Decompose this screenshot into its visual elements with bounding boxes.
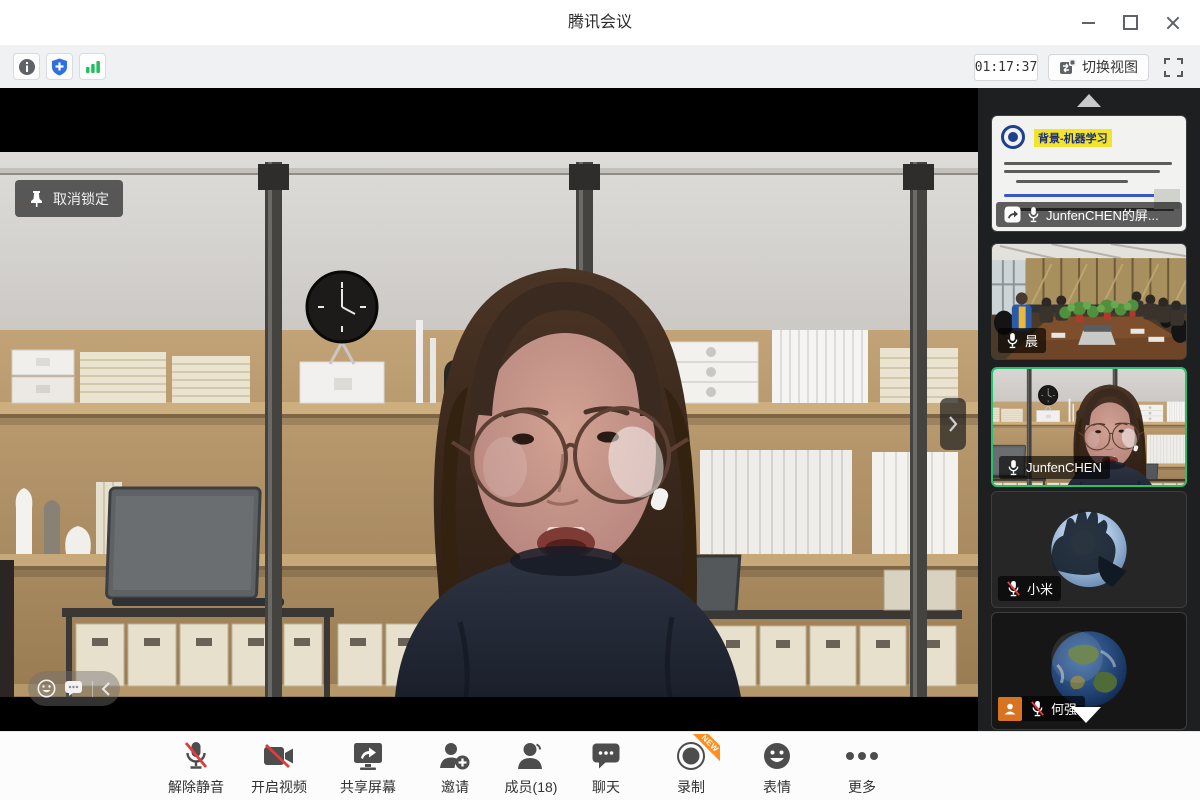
toolbar-right: 01:17:37 切换视图 bbox=[974, 53, 1187, 81]
slide-title: 背景-机器学习 bbox=[1034, 129, 1112, 147]
control-record[interactable]: NEW 录制 bbox=[651, 738, 731, 797]
host-badge-icon bbox=[998, 697, 1022, 721]
speaker-video bbox=[0, 152, 978, 697]
network-quality-button[interactable] bbox=[79, 53, 106, 80]
close-button[interactable] bbox=[1158, 9, 1186, 37]
participant-name: 晨 bbox=[1025, 331, 1038, 350]
participant-label: 晨 bbox=[998, 328, 1046, 353]
invite-icon bbox=[439, 741, 471, 771]
info-icon bbox=[18, 58, 36, 76]
reaction-bar bbox=[28, 671, 120, 706]
switch-view-label: 切换视图 bbox=[1082, 57, 1138, 77]
screen-share-icon bbox=[1004, 206, 1021, 223]
participants-sidebar: 背景-机器学习 JunfenCHEN的屏... bbox=[978, 88, 1200, 731]
mic-muted-icon bbox=[1006, 580, 1021, 597]
maximize-button[interactable] bbox=[1116, 9, 1144, 37]
network-signal-icon bbox=[84, 59, 102, 75]
window-controls bbox=[1074, 0, 1186, 45]
meeting-content: 取消锁定 背景-机器学习 bbox=[0, 88, 1200, 731]
minimize-icon bbox=[1082, 22, 1095, 24]
switch-view-button[interactable]: 切换视图 bbox=[1048, 54, 1149, 81]
minimize-button[interactable] bbox=[1074, 9, 1102, 37]
participant-name: JunfenCHEN的屏... bbox=[1046, 205, 1159, 224]
record-icon bbox=[676, 741, 706, 771]
slide-logo-icon bbox=[1001, 125, 1025, 149]
quick-chat-icon[interactable] bbox=[64, 680, 83, 697]
control-start-video[interactable]: 开启视频 bbox=[239, 738, 319, 797]
unpin-button[interactable]: 取消锁定 bbox=[15, 180, 123, 217]
participant-label: JunfenCHEN bbox=[999, 456, 1110, 479]
control-share-screen[interactable]: 共享屏幕 bbox=[328, 738, 408, 797]
control-emoji[interactable]: 表情 bbox=[737, 738, 817, 797]
chevron-right-icon bbox=[948, 416, 958, 432]
slide-text-line bbox=[1004, 170, 1160, 173]
chat-icon bbox=[591, 742, 621, 770]
control-bar: 解除静音 开启视频 共享屏幕 邀请 成员(18) 聊天 NEW bbox=[0, 731, 1200, 800]
hide-sidebar-handle[interactable] bbox=[940, 398, 966, 450]
scroll-down-icon[interactable] bbox=[1071, 707, 1101, 723]
switch-view-icon bbox=[1059, 59, 1076, 75]
participant-tile-xiaomi[interactable]: 小米 bbox=[991, 491, 1187, 608]
fullscreen-button[interactable] bbox=[1159, 53, 1187, 81]
slide-text-line bbox=[1004, 194, 1168, 197]
security-button[interactable] bbox=[46, 53, 73, 80]
participant-tile-screenshare[interactable]: 背景-机器学习 JunfenCHEN的屏... bbox=[991, 115, 1187, 232]
pin-icon bbox=[29, 190, 44, 207]
mic-icon bbox=[1007, 459, 1020, 476]
participant-tile-junfenchen[interactable]: JunfenCHEN bbox=[991, 367, 1187, 487]
participant-label: 小米 bbox=[998, 576, 1061, 601]
mic-icon bbox=[1006, 332, 1019, 349]
toolbar-left bbox=[13, 53, 106, 80]
control-members[interactable]: 成员(18) bbox=[491, 738, 571, 797]
tencent-meeting-window: 腾讯会议 01:17:37 切换视图 bbox=[0, 0, 1200, 800]
window-title: 腾讯会议 bbox=[0, 0, 1200, 45]
titlebar: 腾讯会议 bbox=[0, 0, 1200, 45]
meeting-info-button[interactable] bbox=[13, 53, 40, 80]
control-unmute[interactable]: 解除静音 bbox=[156, 738, 236, 797]
mic-muted-icon bbox=[1030, 700, 1045, 717]
control-more[interactable]: 更多 bbox=[822, 738, 902, 797]
collapse-left-icon[interactable] bbox=[101, 682, 111, 696]
participant-name: JunfenCHEN bbox=[1026, 460, 1102, 475]
emoji-icon bbox=[762, 741, 792, 771]
control-invite[interactable]: 邀请 bbox=[415, 738, 495, 797]
participant-name: 小米 bbox=[1027, 579, 1053, 598]
maximize-icon bbox=[1123, 15, 1138, 30]
meeting-timer: 01:17:37 bbox=[974, 54, 1038, 81]
fullscreen-icon bbox=[1164, 58, 1183, 77]
participant-tile-chen[interactable]: 晨 bbox=[991, 243, 1187, 360]
mic-icon bbox=[1027, 206, 1040, 223]
scroll-up-icon[interactable] bbox=[1077, 94, 1101, 107]
unpin-label: 取消锁定 bbox=[53, 189, 109, 209]
slide-text-line bbox=[1004, 162, 1172, 165]
close-icon bbox=[1166, 16, 1179, 29]
shield-icon bbox=[51, 58, 68, 76]
share-screen-icon bbox=[352, 741, 384, 771]
emoji-reaction-icon[interactable] bbox=[37, 679, 56, 698]
meeting-toolbar: 01:17:37 切换视图 bbox=[0, 45, 1200, 88]
control-chat[interactable]: 聊天 bbox=[566, 738, 646, 797]
slide-text-line bbox=[1016, 180, 1128, 183]
camera-off-icon bbox=[263, 744, 295, 768]
participant-label: JunfenCHEN的屏... bbox=[996, 202, 1182, 227]
mic-muted-icon bbox=[183, 740, 209, 772]
reaction-divider bbox=[92, 681, 93, 697]
members-icon bbox=[516, 741, 546, 771]
more-icon bbox=[845, 751, 879, 761]
main-video-stage: 取消锁定 bbox=[0, 88, 978, 731]
